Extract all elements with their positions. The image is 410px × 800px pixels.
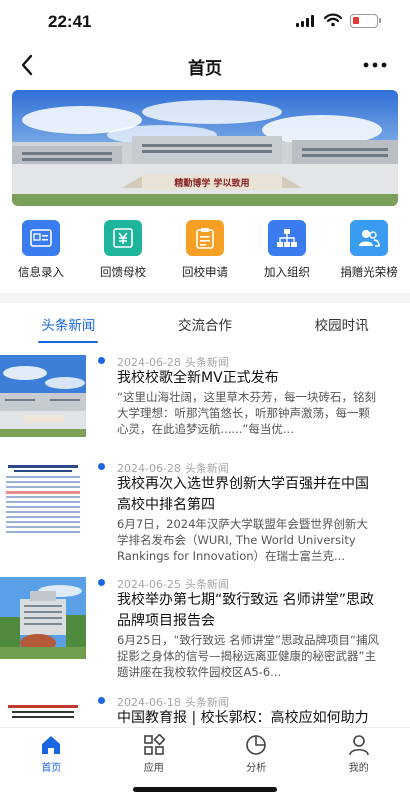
news-item[interactable]: 2024-06-28 头条新闻 我校校歌全新MV正式发布 “这里山海壮阔，这里草木… [0,349,410,461]
tab-headlines[interactable]: 头条新闻 [0,303,137,343]
cellular-signal-icon [296,15,316,27]
pie-chart-icon [246,735,267,755]
people-icon [350,220,388,256]
news-thumbnail [0,461,86,543]
bottom-tab-label: 分析 [246,763,267,774]
home-icon [42,736,61,754]
action-campus-visit[interactable]: 回校申请 [164,220,246,290]
news-item[interactable]: 2024-06-25 头条新闻 我校举办第七期“致行致远 名师讲堂”思政品牌项目报… [0,571,410,687]
news-thumbnail [0,695,86,727]
action-label: 信息录入 [18,265,64,279]
news-summary: 6月25日，“致行致远 名师讲堂”思政品牌项目“捕风捉影之身体的信号—揭秘远离亚… [117,633,379,679]
news-item[interactable]: 2024-06-28 头条新闻 我校再次入选世界创新大学百强并在中国高校中排名第四… [0,455,410,571]
news-title: 我校再次入选世界创新大学百强并在中国高校中排名第四 [117,476,369,513]
news-item[interactable]: 2024-06-18头条新闻 中国教育报 | 校长郭权：高校应如何助力新质生产力… [0,689,410,727]
action-label: 回校申请 [182,265,228,279]
quick-actions: 信息录入 回馈母校 回校申请 加入组织 捐赠光荣榜 [0,220,410,290]
banner-sign-text: 精勤博学 学以致用 [174,177,249,189]
action-label: 加入组织 [264,265,310,279]
news-title: 中国教育报 | 校长郭权：高校应如何助力新质生产力发展 [117,710,369,726]
news-summary: 6月7日，2024年汉萨大学联盟年会暨世界创新大学排名发布会（WURI, The… [117,517,368,563]
news-bullet-dot [98,697,105,704]
wifi-icon [324,13,342,27]
news-bullet-dot [98,579,105,586]
news-thumbnail [0,355,86,437]
news-title: 我校举办第七期“致行致远 名师讲堂”思政品牌项目报告会 [117,592,374,629]
action-join-organization[interactable]: 加入组织 [246,220,328,290]
news-bullet-dot [98,463,105,470]
campus-banner-image: 精勤博学 学以致用 [12,90,398,206]
news-summary: “这里山海壮阔，这里草木芬芳，每一块砖石，铭刻大学理想：听那汽笛悠长，听那钟声激… [117,390,376,436]
tab-campus-news[interactable]: 校园时讯 [273,303,410,343]
nav-bar: 首页 [0,44,410,88]
id-card-icon [22,220,60,256]
yuan-icon [104,220,142,256]
bottom-tab-profile[interactable]: 我的 [308,728,410,800]
section-divider [0,293,410,303]
bottom-tab-home[interactable]: 首页 [0,728,103,800]
tab-exchange-cooperation[interactable]: 交流合作 [137,303,274,343]
status-time: 22:41 [48,12,92,31]
more-menu-button[interactable] [360,50,390,80]
news-list: 2024-06-28 头条新闻 我校校歌全新MV正式发布 “这里山海壮阔，这里草木… [0,345,410,727]
home-indicator[interactable] [133,787,277,792]
bottom-tab-label: 我的 [348,763,369,774]
action-label: 捐赠光荣榜 [340,265,398,279]
user-icon [348,735,369,756]
action-donation-honor-roll[interactable]: 捐赠光荣榜 [328,220,410,290]
org-chart-icon [268,220,306,256]
status-bar: 22:41 [0,0,410,44]
action-give-back[interactable]: 回馈母校 [82,220,164,290]
battery-icon [350,14,378,28]
news-tabs: 头条新闻 交流合作 校园时讯 [0,303,410,343]
news-bullet-dot [98,357,105,364]
apps-grid-icon [143,734,165,755]
page-title: 首页 [188,59,222,79]
bottom-tab-label: 应用 [143,763,164,774]
action-info-entry[interactable]: 信息录入 [0,220,82,290]
news-title: 我校校歌全新MV正式发布 [117,370,279,386]
action-label: 回馈母校 [100,265,146,279]
clipboard-icon [186,220,224,256]
news-thumbnail [0,577,86,659]
bottom-tab-label: 首页 [41,763,62,774]
campus-banner[interactable]: 精勤博学 学以致用 [12,90,398,206]
